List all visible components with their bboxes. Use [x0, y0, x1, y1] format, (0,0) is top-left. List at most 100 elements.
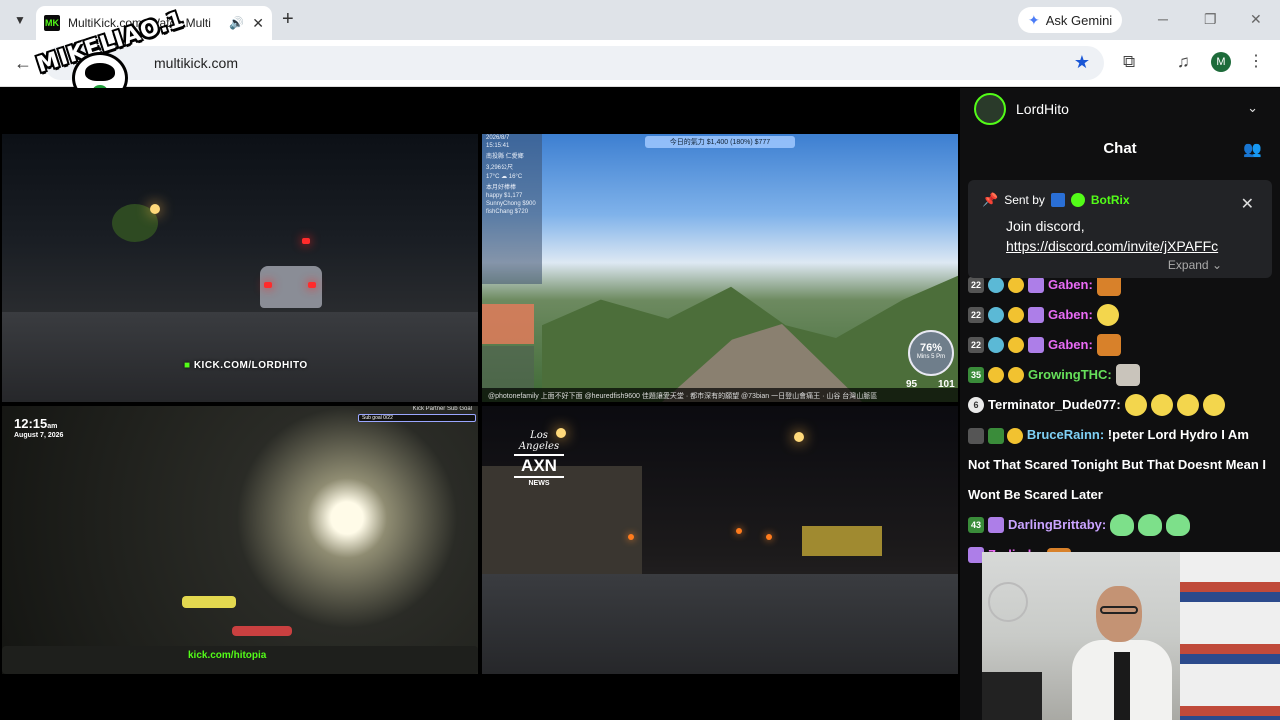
extensions-puzzle-icon[interactable]: ⧉ — [1123, 52, 1135, 72]
media-controls-icon[interactable]: ♫ — [1177, 52, 1190, 72]
emote — [1166, 514, 1191, 536]
sub-badge: 22 — [968, 307, 984, 323]
gift-badge-icon — [1028, 277, 1044, 293]
signal-light — [302, 238, 310, 244]
traffic-light — [628, 534, 634, 540]
profile-avatar[interactable]: M — [1211, 52, 1231, 72]
glasses — [1100, 606, 1138, 614]
chat-username[interactable]: BruceRainn: — [1027, 427, 1104, 442]
chevron-down-icon: ▼ — [14, 13, 26, 27]
expand-button[interactable]: Expand ⌄ — [1168, 258, 1222, 272]
streamer-selector[interactable]: LordHito — [974, 92, 1069, 126]
pinned-header: 📌 Sent by BotRix — [982, 192, 1130, 208]
emote — [1138, 514, 1163, 536]
sent-by-label: Sent by — [1004, 193, 1045, 207]
blurred-light — [182, 596, 236, 608]
badge-icon — [988, 307, 1004, 323]
new-tab-button[interactable]: + — [282, 9, 294, 29]
badge-icon — [988, 337, 1004, 353]
badge-icon — [1008, 277, 1024, 293]
emote — [1202, 394, 1225, 416]
sub-badge: 35 — [968, 367, 984, 383]
chat-message: 43 DarlingBrittaby: — [968, 510, 1272, 540]
pinned-message: 📌 Sent by BotRix ✕ Join discord, https:/… — [968, 180, 1272, 278]
subgoal-title: Kick Partner Sub Goal — [412, 406, 472, 412]
stats-panel — [482, 346, 534, 390]
emote — [1150, 394, 1173, 416]
gemini-sparkle-icon: ✦ — [1028, 11, 1040, 28]
traffic-light — [736, 528, 742, 534]
badge-icon — [1008, 367, 1024, 383]
stream-tile-3[interactable]: 12:15am August 7, 2026 Kick Partner Sub … — [2, 406, 478, 674]
tail-light — [308, 282, 316, 288]
stream-tile-4[interactable]: Los Angeles AXN NEWS — [482, 406, 958, 674]
stream-grid: ■ KICK.COM/LORDHITO 今日的氣力 $1,400 (180%) … — [0, 88, 960, 720]
chat-username[interactable]: Gaben: — [1048, 330, 1093, 360]
users-icon[interactable]: 👥 — [1243, 140, 1262, 158]
battery-gauge: 76% Mins 5 Pm — [908, 330, 954, 376]
tab-strip: ▼ MK MultiKick.com: Watch Multi 🔊 ✕ + ✦ … — [0, 0, 1280, 40]
emote — [1110, 514, 1135, 536]
chat-username[interactable]: Gaben: — [1048, 300, 1093, 330]
building — [802, 526, 882, 556]
chat-username[interactable]: Terminator_Dude077: — [988, 390, 1121, 420]
speaker-icon[interactable]: 🔊 — [229, 16, 244, 30]
chat-message: 6 Terminator_Dude077: — [968, 390, 1272, 420]
discord-link[interactable]: https://discord.com/invite/jXPAFFc — [1006, 236, 1218, 256]
verified-badge-icon — [1070, 193, 1085, 207]
sub-badge: 6 — [968, 397, 984, 413]
subgoal-bar: Sub goal 0/22 — [358, 414, 476, 422]
sub-badge: 43 — [968, 517, 984, 533]
chevron-down-icon[interactable]: ⌄ — [1247, 100, 1258, 116]
ask-gemini-button[interactable]: ✦ Ask Gemini — [1018, 7, 1123, 33]
ask-gemini-label: Ask Gemini — [1045, 12, 1113, 28]
badge-icon — [968, 427, 984, 444]
badge-icon — [988, 277, 1004, 293]
tab-search-button[interactable]: ▼ — [8, 8, 32, 32]
sub-badge: 22 — [968, 337, 984, 353]
head — [1096, 586, 1142, 642]
badge-icon — [1007, 427, 1024, 444]
stream-tile-1[interactable]: ■ KICK.COM/LORDHITO — [2, 134, 478, 402]
badge-icon — [988, 517, 1004, 533]
badge-icon — [1008, 307, 1024, 323]
badge-icon — [1008, 337, 1024, 353]
streamer-avatar — [974, 93, 1006, 125]
stream-watermark: kick.com/hitopia — [188, 650, 267, 661]
stream-tile-2[interactable]: 今日的氣力 $1,400 (180%) $777 2026/8/7 15:15:… — [482, 134, 958, 402]
gift-badge-icon — [1028, 307, 1044, 323]
shelf — [1180, 552, 1280, 720]
chat-messages: 22 Gaben: 22 Gaben: 22 Gaben: 35 Growing… — [968, 270, 1272, 570]
chat-username[interactable]: DarlingBrittaby: — [1008, 510, 1106, 540]
axn-news-logo: Los Angeles AXN NEWS — [510, 430, 568, 488]
restore-icon[interactable]: ❐ — [1204, 11, 1217, 28]
chat-message: BruceRainn: !peter Lord Hydro I Am Not T… — [968, 420, 1272, 510]
stream-clock: 12:15am August 7, 2026 — [14, 416, 64, 439]
streamer-name: LordHito — [1016, 101, 1069, 117]
emote — [1176, 394, 1199, 416]
monitor — [982, 672, 1042, 720]
close-pinned-icon[interactable]: ✕ — [1241, 194, 1254, 214]
pinned-body: Join discord, https://discord.com/invite… — [1006, 218, 1219, 256]
pin-icon: 📌 — [982, 192, 999, 207]
emote — [1115, 364, 1140, 386]
badge-icon — [987, 427, 1004, 444]
minimize-icon[interactable]: ─ — [1158, 11, 1168, 27]
pinned-sender[interactable]: BotRix — [1091, 193, 1130, 207]
kebab-menu-icon[interactable]: ⋮ — [1248, 51, 1264, 71]
close-window-icon[interactable]: ✕ — [1250, 11, 1262, 28]
bookmark-star-icon[interactable]: ★ — [1074, 52, 1090, 73]
map-panel — [482, 304, 534, 344]
chat-username[interactable]: GrowingTHC: — [1028, 360, 1112, 390]
close-tab-icon[interactable]: ✕ — [252, 15, 264, 32]
info-panel: 2026/8/7 15:15:41 南投縣 仁愛鄉 3,296公尺 17°C ☁… — [482, 134, 542, 284]
fan — [988, 582, 1028, 622]
sub-badge: 22 — [968, 277, 984, 293]
stream-watermark: ■ KICK.COM/LORDHITO — [184, 360, 308, 371]
emote — [1096, 334, 1121, 356]
chat-message: 22 Gaben: — [968, 300, 1272, 330]
chat-message: 35 GrowingTHC: — [968, 360, 1272, 390]
address-bar[interactable]: multikick.com ★ — [44, 46, 1104, 80]
crown-badge-icon — [988, 367, 1004, 383]
webcam-overlay — [982, 552, 1280, 720]
